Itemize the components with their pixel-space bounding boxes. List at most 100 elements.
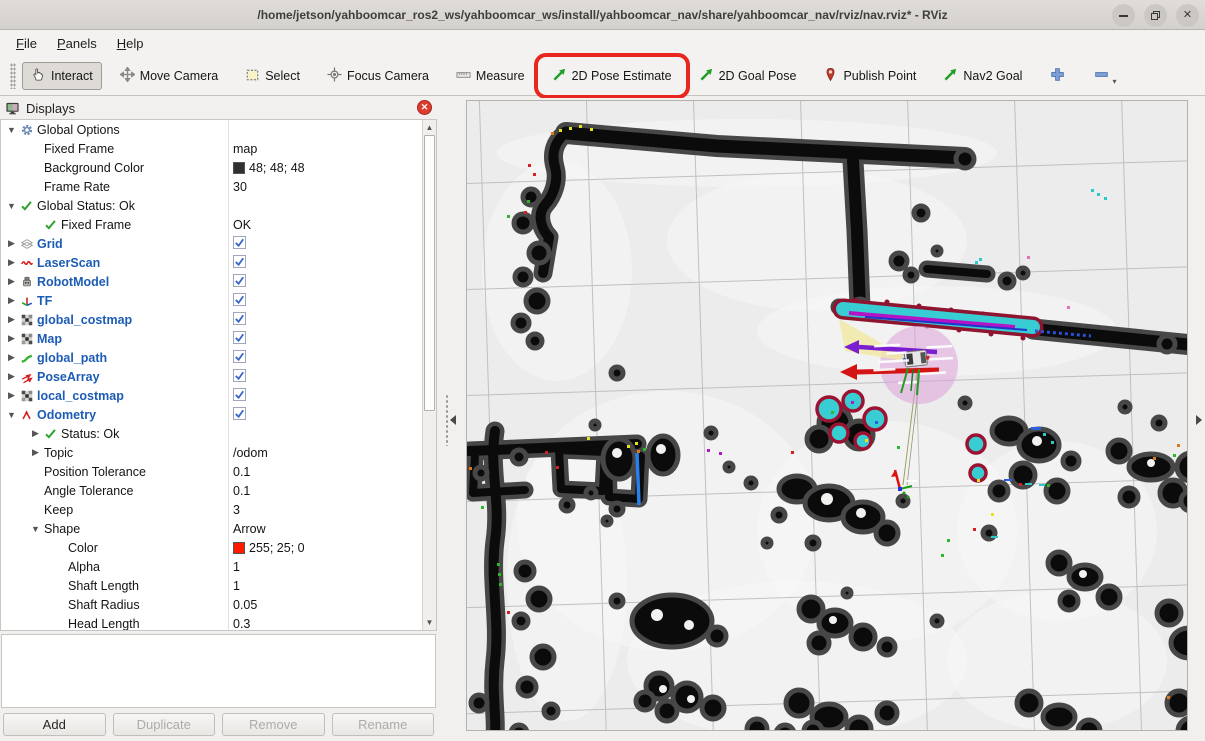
collapse-arrow-icon[interactable]: ▶ [5,314,18,325]
collapse-arrow-icon[interactable]: ▶ [5,390,18,401]
titlebar[interactable]: /home/jetson/yahboomcar_ros2_ws/yahboomc… [0,0,1205,30]
tree-row-topic[interactable]: ▶Topic/odom [1,443,423,462]
tree-row-laserscan[interactable]: ▶LaserScan [1,253,423,272]
color-swatch[interactable] [233,162,245,174]
tree-row-tf[interactable]: ▶TF [1,291,423,310]
scrollbar[interactable]: ▲ ▼ [422,120,436,630]
tool-focus-camera[interactable]: Focus Camera [318,62,438,90]
collapse-left-icon[interactable] [450,415,456,425]
tree-row-odometry[interactable]: ▼Odometry [1,405,423,424]
tool-measure[interactable]: Measure [447,62,534,90]
collapse-arrow-icon[interactable]: ▶ [5,238,18,249]
tree-row-value[interactable]: Arrow [233,522,266,536]
tree-row-value[interactable]: 0.05 [233,598,257,612]
tree-row-frame-rate[interactable]: Frame Rate30 [1,177,423,196]
left-splitter[interactable] [445,98,457,741]
enabled-checkbox[interactable] [233,331,246,347]
restore-button[interactable] [1144,4,1167,27]
rename-button[interactable]: Rename [332,713,435,736]
add-button[interactable]: Add [3,713,106,736]
color-swatch[interactable] [233,542,245,554]
collapse-arrow-icon[interactable]: ▶ [29,428,42,439]
tool-publish-point[interactable]: Publish Point [814,62,925,90]
tree-row-posearray[interactable]: ▶PoseArray [1,367,423,386]
tree-row-background-color[interactable]: Background Color48; 48; 48 [1,158,423,177]
expand-arrow-icon[interactable]: ▼ [29,524,42,534]
tool-nav2-goal[interactable]: Nav2 Goal [934,62,1031,90]
tree-row-alpha[interactable]: Alpha1 [1,557,423,576]
scrollbar-thumb[interactable] [424,135,435,411]
displays-panel-header[interactable]: Displays ✕ [0,98,437,119]
scroll-up-icon[interactable]: ▲ [423,121,436,134]
tree-row-value[interactable]: 3 [233,503,240,517]
tree-row-grid[interactable]: ▶Grid [1,234,423,253]
collapse-arrow-icon[interactable]: ▶ [5,295,18,306]
tree-row-map[interactable]: ▶Map [1,329,423,348]
collapse-arrow-icon[interactable]: ▶ [5,352,18,363]
remove-button[interactable]: Remove [222,713,325,736]
tool-2d-pose-estimate[interactable]: 2D Pose Estimate [543,62,681,90]
enabled-checkbox[interactable] [233,312,246,328]
enabled-checkbox[interactable] [233,369,246,385]
tree-row-value[interactable]: map [233,142,257,156]
enabled-checkbox[interactable] [233,236,246,252]
tree-row-value[interactable]: 30 [233,180,247,194]
enabled-checkbox[interactable] [233,407,246,423]
minimize-button[interactable] [1112,4,1135,27]
menu-file[interactable]: File [8,34,45,53]
tree-row-value[interactable]: 0.3 [233,617,250,631]
tree-row-fixed-frame[interactable]: Fixed FrameOK [1,215,423,234]
expand-arrow-icon[interactable]: ▼ [5,201,18,211]
toolbar-grip[interactable] [10,63,16,89]
tree-row-value[interactable]: /odom [233,446,268,460]
scroll-down-icon[interactable]: ▼ [423,616,436,629]
tree-row-fixed-frame[interactable]: Fixed Framemap [1,139,423,158]
tree-row-global-path[interactable]: ▶global_path [1,348,423,367]
menu-panels[interactable]: Panels [49,34,105,53]
tree-row-value[interactable]: 0.1 [233,484,250,498]
tree-row-value[interactable]: 255; 25; 0 [249,541,305,555]
duplicate-button[interactable]: Duplicate [113,713,216,736]
enabled-checkbox[interactable] [233,388,246,404]
remove-tool-button[interactable]: ▾ [1084,61,1125,91]
enabled-checkbox[interactable] [233,255,246,271]
tree-row-status-ok[interactable]: ▶Status: Ok [1,424,423,443]
menu-help[interactable]: Help [109,34,152,53]
map-3d-viewport[interactable] [466,100,1188,731]
tree-row-local-costmap[interactable]: ▶local_costmap [1,386,423,405]
tree-row-global-costmap[interactable]: ▶global_costmap [1,310,423,329]
chevron-down-icon[interactable]: ▾ [1112,77,1116,86]
tree-row-value[interactable]: 1 [233,560,240,574]
collapse-arrow-icon[interactable]: ▶ [29,447,42,458]
enabled-checkbox[interactable] [233,274,246,290]
tree-row-angle-tolerance[interactable]: Angle Tolerance0.1 [1,481,423,500]
tree-row-value[interactable]: 0.1 [233,465,250,479]
tree-row-keep[interactable]: Keep3 [1,500,423,519]
expand-arrow-icon[interactable]: ▼ [5,410,18,420]
tree-row-head-length[interactable]: Head Length0.3 [1,614,423,631]
tree-row-value[interactable]: 48; 48; 48 [249,161,305,175]
tool-move-camera[interactable]: Move Camera [111,62,228,90]
panel-close-button[interactable]: ✕ [417,100,432,115]
tree-row-shaft-radius[interactable]: Shaft Radius0.05 [1,595,423,614]
collapse-arrow-icon[interactable]: ▶ [5,333,18,344]
collapse-arrow-icon[interactable]: ▶ [5,371,18,382]
tree-row-robotmodel[interactable]: ▶RobotModel [1,272,423,291]
close-button[interactable]: ✕ [1176,4,1199,27]
tool-interact[interactable]: Interact [22,62,102,90]
tree-row-global-status-ok[interactable]: ▼Global Status: Ok [1,196,423,215]
tree-row-position-tolerance[interactable]: Position Tolerance0.1 [1,462,423,481]
tool-select[interactable]: Select [236,62,309,90]
enabled-checkbox[interactable] [233,350,246,366]
add-tool-button[interactable] [1040,61,1075,91]
tree-row-shape[interactable]: ▼ShapeArrow [1,519,423,538]
tree-row-color[interactable]: Color255; 25; 0 [1,538,423,557]
collapse-right-icon[interactable] [1196,415,1202,425]
collapse-arrow-icon[interactable]: ▶ [5,257,18,268]
tool-2d-goal-pose[interactable]: 2D Goal Pose [690,62,806,90]
tree-row-value[interactable]: OK [233,218,251,232]
enabled-checkbox[interactable] [233,293,246,309]
tree-row-shaft-length[interactable]: Shaft Length1 [1,576,423,595]
tree-row-value[interactable]: 1 [233,579,240,593]
expand-arrow-icon[interactable]: ▼ [5,125,18,135]
